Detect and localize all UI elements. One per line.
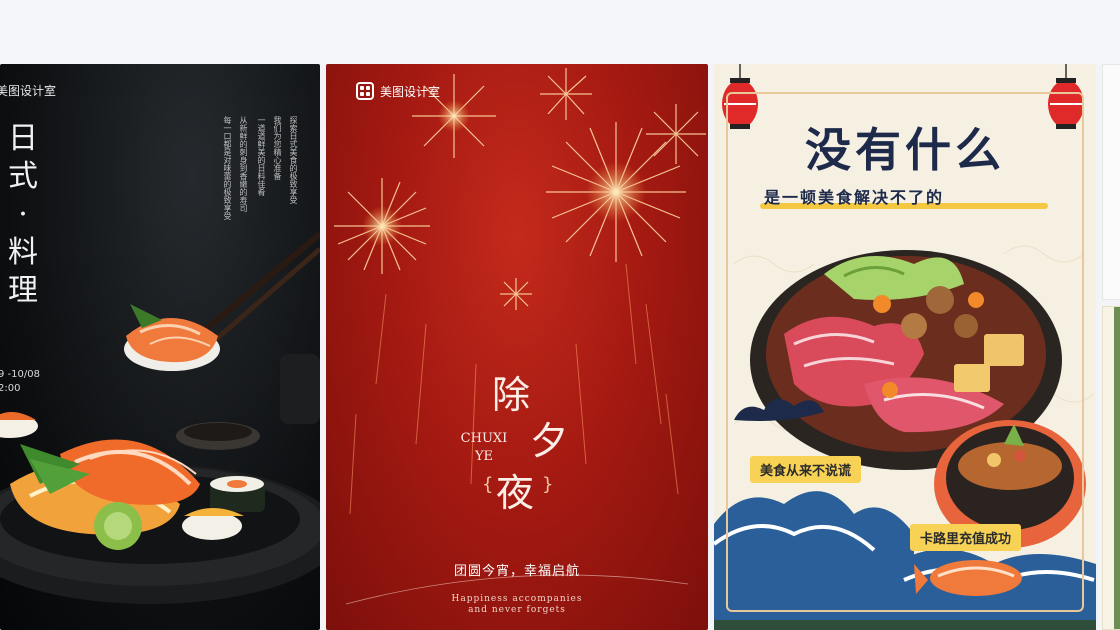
- title-char: 夕: [530, 419, 569, 463]
- brace-right-icon: }: [542, 474, 554, 495]
- vertical-title: 日 式 · 料 理: [6, 120, 40, 310]
- tag-label: 卡路里充值成功: [910, 524, 1022, 551]
- pinyin-line: YE: [474, 449, 494, 464]
- top-bar: [0, 0, 1120, 64]
- title-char: 料: [8, 235, 38, 270]
- description-column: 探索日式美食的极致享受: [289, 116, 298, 204]
- template-card-japanese-food[interactable]: 美图设计室 日 式 · 料 理 探索日式美食的极致享受 我们为您精心准备 一道道…: [0, 64, 320, 630]
- fireworks-illustration: [334, 68, 706, 605]
- next-card-preview[interactable]: [1102, 306, 1120, 630]
- pinyin-line: CHUXI: [460, 431, 508, 446]
- next-card-preview[interactable]: [1102, 64, 1120, 300]
- next-card-edge: [714, 620, 1096, 630]
- description-column: 我们为您精心准备: [273, 116, 282, 180]
- tagline-line: Happiness accompanies: [451, 594, 583, 604]
- brand-logo-icon: [356, 82, 374, 100]
- title-char: 式: [8, 159, 38, 194]
- title-char: 除: [492, 373, 531, 417]
- slogan-text: 团圆今宵，幸福启航: [453, 564, 580, 579]
- description-column: 从新鲜的刺身到香嫩的寿司: [239, 116, 248, 212]
- date-range: 9 -10/08: [0, 369, 40, 380]
- english-tagline: Happiness accompanies and never forgets: [326, 594, 708, 616]
- brand-name: 美图设计室: [380, 84, 441, 99]
- pinyin-label: CHUXI YE: [446, 430, 522, 466]
- brace-left-icon: {: [482, 474, 494, 495]
- time: 2:00: [0, 383, 21, 394]
- tagline-line: and never forgets: [468, 605, 566, 615]
- template-card-food-poster[interactable]: 没有什么 是一顿美食解决不了的 美食从来不说谎 卡路里充值成功: [714, 64, 1096, 630]
- poster-subtitle: 是一顿美食解决不了的: [764, 188, 945, 207]
- title-char: 夜: [496, 471, 535, 515]
- template-card-new-years-eve[interactable]: 美图设计室 除 夕 夜 CHUXI YE { } 团圆今宵，幸福启航 Happi…: [326, 64, 708, 630]
- description-column: 一道道鲜美的日料佳肴: [257, 116, 266, 196]
- poster-title: 没有什么: [805, 123, 1005, 177]
- title-char: 理: [8, 273, 38, 308]
- title-char: ·: [18, 197, 28, 232]
- tag-label: 美食从来不说谎: [750, 456, 862, 483]
- title-char: 日: [8, 121, 38, 156]
- brand-label: 美图设计室: [0, 84, 57, 98]
- description-column: 每一口都是对味蕾的极致享受: [223, 116, 232, 220]
- brand-label: 美图设计室: [356, 82, 440, 100]
- event-date: 9 -10/08 2:00: [0, 368, 40, 396]
